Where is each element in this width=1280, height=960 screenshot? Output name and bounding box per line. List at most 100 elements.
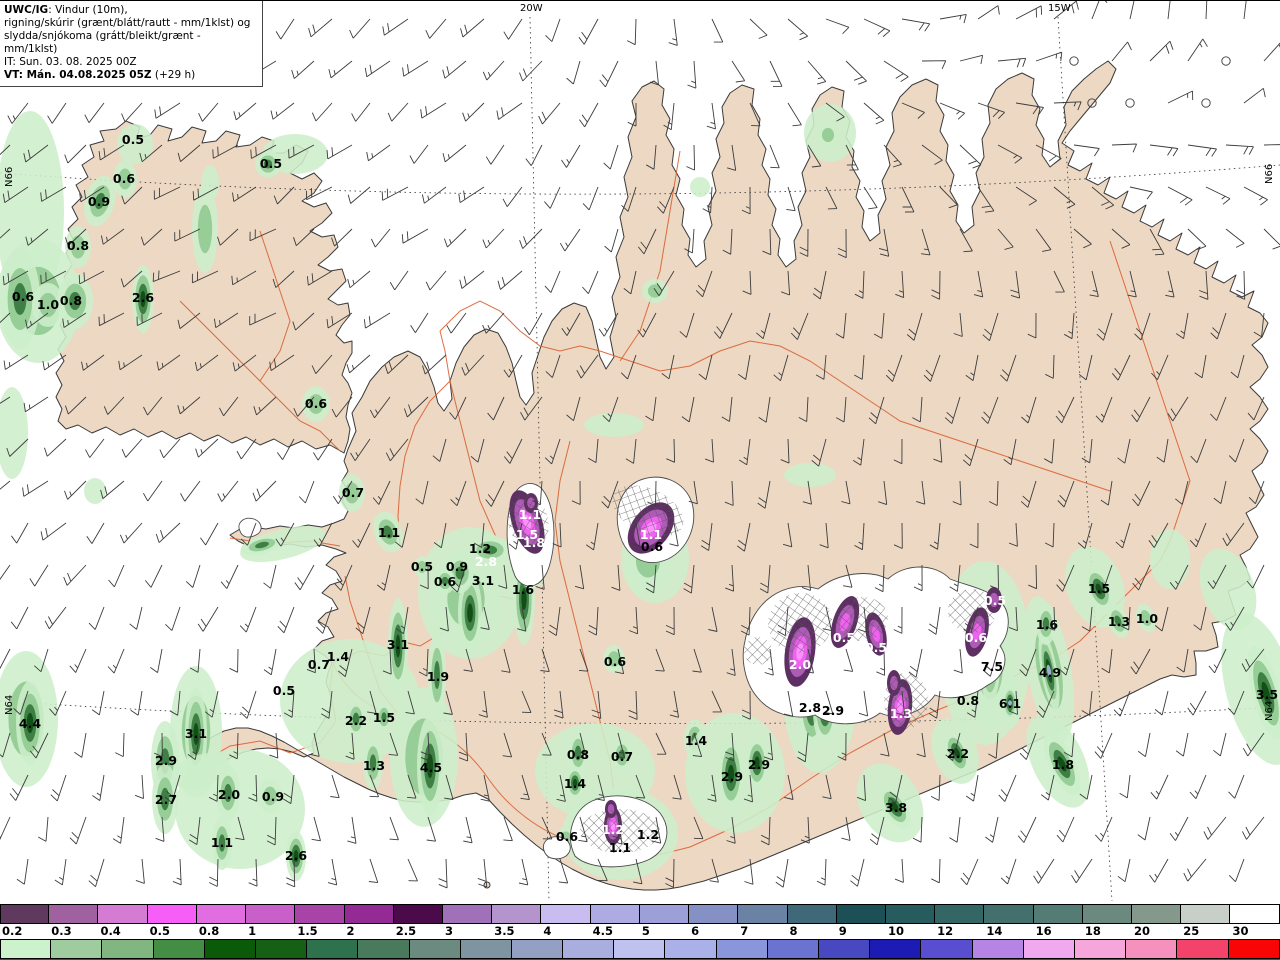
precip-value-label-light: 1.1 [519,507,541,522]
legend-segment [590,904,640,924]
precip-value-label: 3.8 [885,800,907,815]
legend-segment [0,939,52,959]
crosshatch-patch [744,637,772,665]
info-line-init-time: IT: Sun. 03. 08. 2025 00Z [4,56,137,68]
legend-tick-label: 25 [1183,924,1200,938]
legend-tick-label: 9 [838,924,847,938]
legend-tick-label: 5 [641,924,650,938]
model-name: UWC/IG [4,4,49,16]
legend-segment [102,939,154,959]
legend-tick-label: 7 [740,924,749,938]
precip-value-label: 0.7 [611,749,633,764]
legend-segment [984,904,1034,924]
legend-segment [1126,939,1178,959]
precip-value-label: 0.5 [260,156,282,171]
precip-value-label: 1.2 [637,827,659,842]
precip-value-label: 4.9 [1039,665,1061,680]
legend-tick-label: 0.2 [2,924,23,938]
rain-blob [1150,529,1190,589]
precip-value-label: 3.5 [1256,687,1278,702]
legend-segment [819,939,871,959]
legend-tick-label: 2 [346,924,355,938]
precip-value-label: 1.1 [378,525,400,540]
precip-value-label: 4.4 [19,716,41,731]
legend-segment [1228,939,1280,959]
rain-blob [84,478,106,504]
legend-tick-label: 6 [691,924,700,938]
precip-value-label: 1.5 [1088,581,1110,596]
precip-value-label-light: 0.5 [984,593,1006,608]
precip-value-label: 3.1 [472,573,494,588]
precip-value-label: 4.5 [420,760,442,775]
precip-value-label: 2.8 [799,700,821,715]
legend-segment [716,939,768,959]
precip-value-label: 1.4 [327,649,349,664]
legend-segment [0,904,50,924]
rain-blob [817,122,839,148]
precip-value-label: 2.2 [345,713,367,728]
glacier [238,517,262,538]
precip-value-label: 0.8 [957,693,979,708]
legend-tick-label: 10 [887,924,904,938]
info-line-3: slydda/snjókoma (grátt/bleikt/grænt - mm… [4,30,201,55]
legend-tick-label: 14 [986,924,1003,938]
precip-value-label-light: 1.3 [890,706,912,721]
precip-value-label: 7.5 [981,659,1003,674]
legend-tick-label: 0.4 [100,924,121,938]
weather-map-app: 0.5 0.5 0.6 0.9 0.8 0.6 1.0 0.8 2.6 0.6 0.7 1.1 0.5 0… [0,0,1280,960]
legend-tick-label: 18 [1084,924,1101,938]
legend-tick-label: 4.5 [592,924,613,938]
legend: 0.2 0.3 0.4 0.5 0.8 1 1.5 2 2.5 3 3.5 4 4.5 5 6 7 8 9 10 12… [0,904,1280,960]
sleet-colorbar-labels: 0.2 0.3 0.4 0.5 0.8 1 1.5 2 2.5 3 3.5 4 4.5 5 6 7 8 9 10 12… [0,924,1280,939]
precip-value-label-light: 1.1 [640,527,662,542]
legend-segment [147,904,197,924]
legend-segment [972,939,1024,959]
rain-blob [642,279,668,303]
legend-segment [358,939,410,959]
precip-value-label: 3.1 [185,726,207,741]
legend-tick-label: 1 [248,924,257,938]
precip-value-label: 2.9 [721,769,743,784]
precip-value-label-light: 0.6 [965,630,987,645]
precip-value-label: 2.9 [822,703,844,718]
legend-tick-label: 3.5 [494,924,515,938]
legend-segment [639,904,690,924]
precip-value-label: 1.6 [512,582,534,597]
precip-value-label: 3.1 [387,637,409,652]
precip-value-label: 1.6 [1036,617,1058,632]
precip-value-label: 0.7 [342,485,364,500]
precip-value-label-light: 2.0 [789,657,811,672]
precip-value-label: 1.1 [211,835,233,850]
info-line-1: UWC/IG: Vindur (10m), [4,4,128,16]
precip-value-label: 1.9 [427,669,449,684]
precip-value-label-light: 0.5 [833,630,855,645]
rain-blob [584,413,644,437]
rain-blob [784,463,836,487]
legend-segment [1023,939,1075,959]
precip-value-label: 0.5 [122,132,144,147]
precip-value-label-light: 1.2 [602,822,624,837]
precip-value-label: 1.8 [1052,757,1074,772]
precip-value-label: 2.6 [132,290,154,305]
legend-tick-label: 30 [1232,924,1249,938]
legend-segment [885,904,936,924]
precip-value-label: 0.9 [446,559,468,574]
precip-value-label: 6.1 [999,696,1021,711]
parallel-label-left: N66 [4,167,15,187]
legend-tick-label: 3 [444,924,453,938]
precip-value-label: 1.5 [373,710,395,725]
legend-segment [196,904,247,924]
legend-segment [511,939,564,959]
legend-segment [1082,904,1133,924]
legend-segment [344,904,394,924]
legend-segment [767,939,819,959]
parallel-label-left: N64 [4,695,15,715]
legend-segment [98,904,148,924]
precip-value-label-light: 2.8 [475,554,497,569]
precip-value-label: 1.3 [1108,614,1130,629]
precip-value-label: 0.6 [434,574,456,589]
legend-segment [541,904,591,924]
legend-segment [1181,904,1231,924]
legend-segment [51,939,103,959]
precip-value-label: 0.8 [567,747,589,762]
